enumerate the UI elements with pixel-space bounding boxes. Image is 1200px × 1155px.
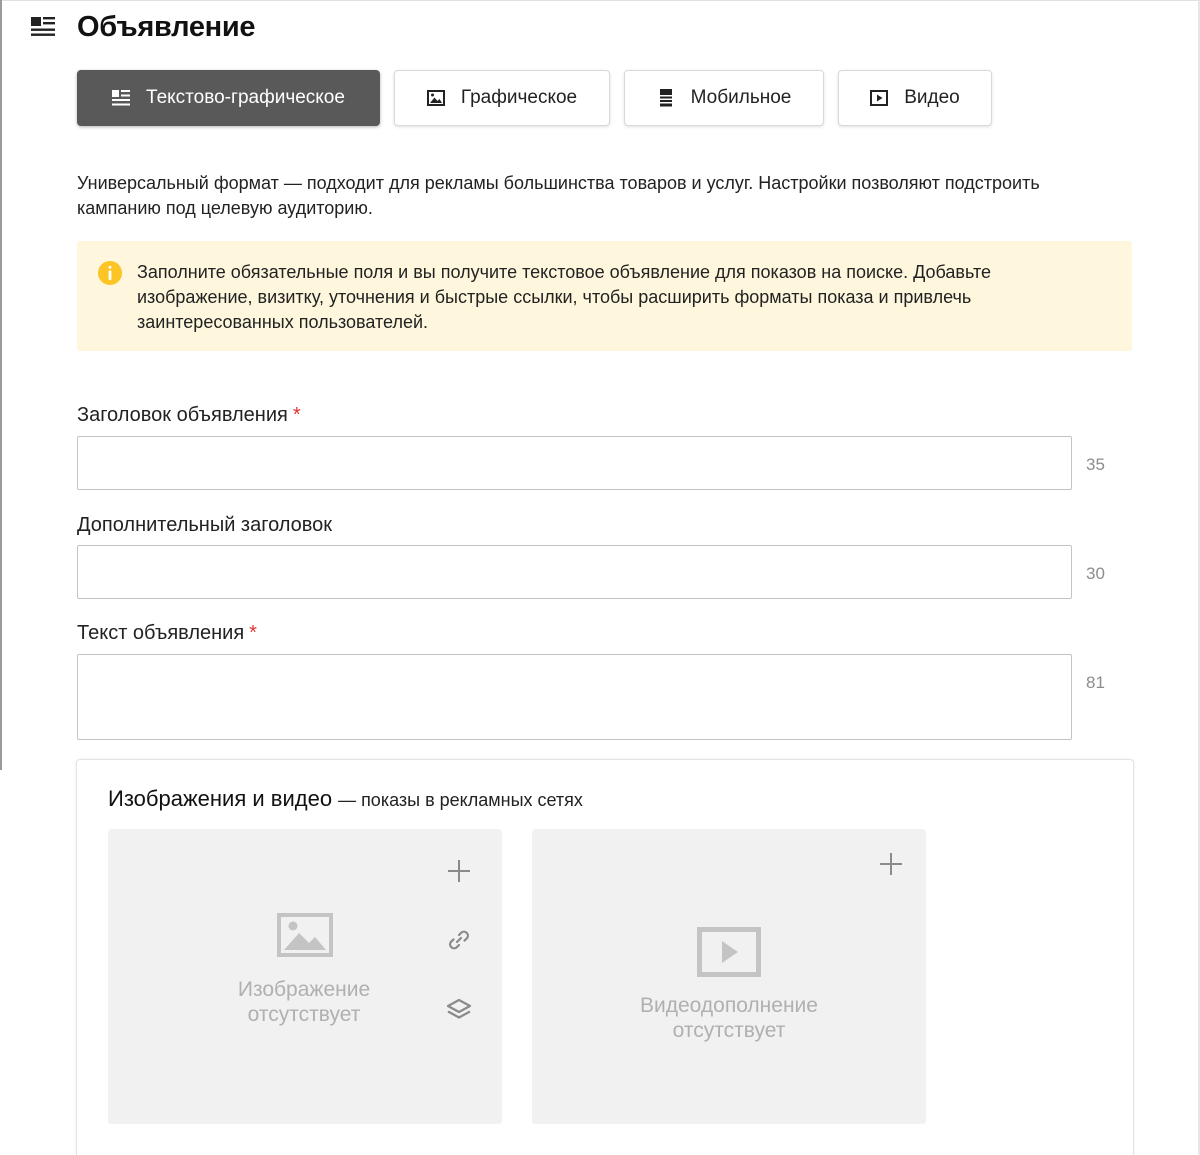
add-video-plus-icon[interactable] — [876, 849, 906, 879]
tab-graphic[interactable]: Графическое — [394, 70, 610, 126]
layers-icon[interactable] — [444, 995, 474, 1025]
ad-text-label: Текст объявления * — [77, 622, 257, 645]
tab-label: Текстово-графическое — [146, 87, 345, 108]
media-title-text: Изображения и видео — [108, 786, 333, 811]
ad-text-counter: 81 — [1086, 673, 1105, 692]
extra-title-input[interactable] — [77, 545, 1072, 599]
mobile-icon — [657, 89, 675, 107]
tab-video[interactable]: Видео — [838, 70, 992, 126]
image-icon — [426, 89, 445, 107]
info-notice: Заполните обязательные поля и вы получит… — [77, 241, 1132, 351]
extra-title-counter: 30 — [1086, 564, 1105, 583]
tab-label: Видео — [904, 87, 960, 108]
text-graphic-icon — [112, 89, 131, 107]
window-left-border — [0, 0, 2, 770]
add-image-plus-icon[interactable] — [444, 856, 474, 886]
ad-text-input[interactable] — [77, 654, 1072, 740]
notice-text: Заполните обязательные поля и вы получит… — [137, 262, 992, 332]
video-icon — [870, 89, 889, 107]
page-title: Объявление — [77, 10, 256, 43]
video-placeholder-icon — [697, 927, 761, 984]
ad-text-label-text: Текст объявления — [77, 622, 245, 644]
image-placeholder-icon — [277, 913, 333, 962]
video-upload-card[interactable]: Видеодополнение отсутствует — [532, 829, 926, 1124]
media-section: Изображения и видео — показы в рекламных … — [76, 759, 1134, 1155]
caption-line: Изображение — [237, 978, 371, 1001]
caption-line: отсутствует — [672, 1019, 786, 1042]
info-icon — [98, 261, 122, 285]
format-description: Универсальный формат — подходит для рекл… — [77, 173, 1040, 218]
window-top-border — [0, 0, 1200, 1]
image-empty-caption: Изображение отсутствует — [204, 977, 404, 1027]
ad-title-input[interactable] — [77, 436, 1072, 490]
media-subtitle: — показы в рекламных сетях — [338, 790, 583, 810]
tab-label: Мобильное — [690, 87, 792, 108]
ad-title-label-text: Заголовок объявления — [77, 404, 288, 426]
tab-mobile[interactable]: Мобильное — [624, 70, 824, 126]
ad-title-label: Заголовок объявления * — [77, 404, 301, 427]
tab-label: Графическое — [460, 87, 578, 108]
caption-line: Видеодополнение — [640, 994, 818, 1017]
link-icon[interactable] — [444, 925, 474, 955]
extra-title-label-text: Дополнительный заголовок — [77, 514, 333, 536]
required-mark: * — [249, 622, 257, 644]
section-header: Объявление — [30, 10, 256, 44]
ad-format-tabs: Текстово-графическое Графическое Мобильн… — [77, 70, 1006, 126]
extra-title-label: Дополнительный заголовок — [77, 514, 332, 537]
ad-title-counter: 35 — [1086, 455, 1105, 474]
required-mark: * — [292, 404, 301, 426]
media-section-title: Изображения и видео — показы в рекламных … — [108, 786, 583, 812]
tab-text-graphic[interactable]: Текстово-графическое — [77, 70, 380, 126]
caption-line: отсутствует — [247, 1003, 361, 1026]
image-upload-card[interactable]: Изображение отсутствует — [108, 829, 502, 1124]
video-empty-caption: Видеодополнение отсутствует — [604, 993, 854, 1043]
text-graphic-icon — [30, 16, 56, 38]
